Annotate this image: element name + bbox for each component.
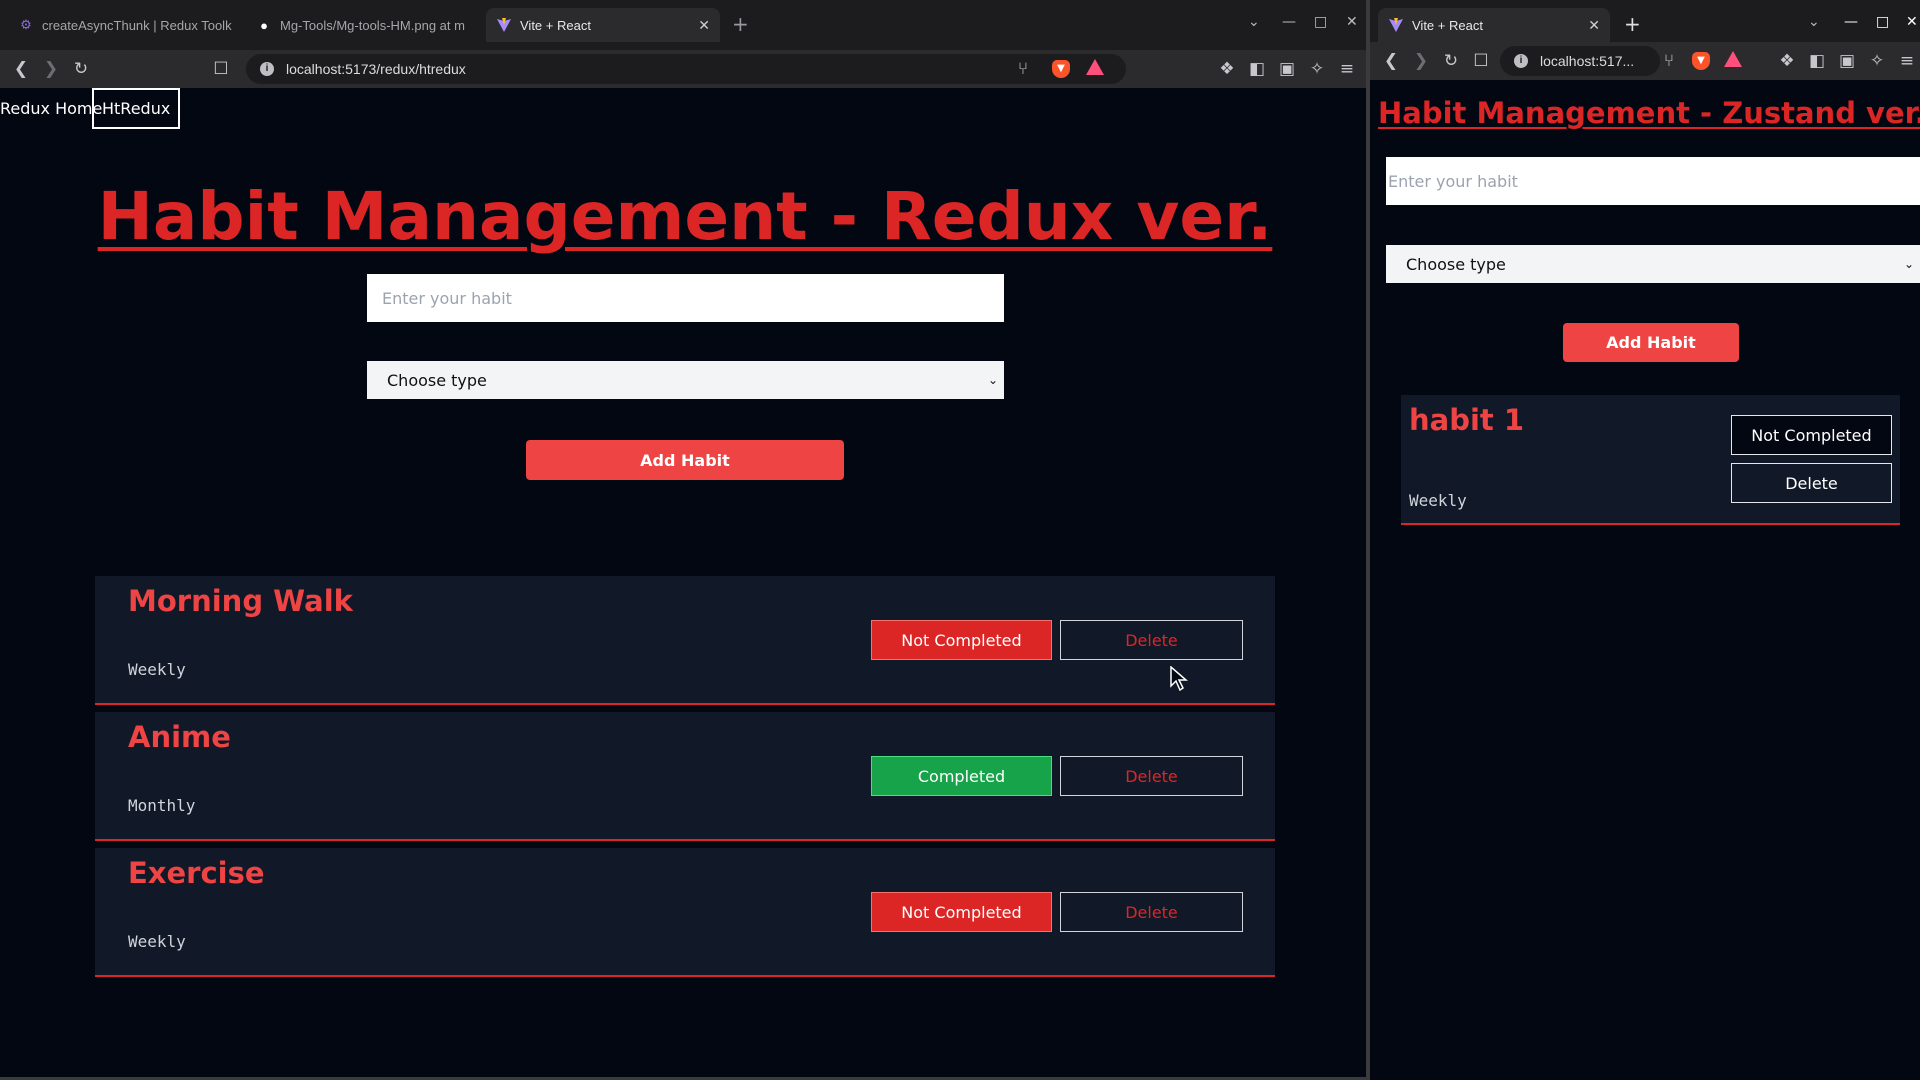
status-toggle-button[interactable]: Not Completed [1731,415,1892,455]
back-icon[interactable]: ❮ [1380,50,1402,72]
status-toggle-button[interactable]: Not Completed [871,620,1052,660]
tab-redux-toolkit[interactable]: ⚙ createAsyncThunk | Redux Toolk [8,8,238,42]
browser-toolbar: ❮ ❯ ↻ ☐ i localhost:517... ⑂ ▼ ❖ ◧ ▣ ✧ ≡ [1370,42,1920,80]
close-window-icon[interactable]: ✕ [1906,14,1918,30]
add-habit-button[interactable]: Add Habit [526,440,844,480]
sidebar-icon[interactable]: ◧ [1806,50,1828,72]
vite-icon [496,17,512,33]
extensions-icon[interactable]: ❖ [1216,58,1238,80]
tab-title: Vite + React [1412,17,1483,33]
habit-card: habit 1 Weekly Not Completed Delete [1401,395,1900,525]
brave-shields-icon[interactable]: ▼ [1052,60,1070,78]
tab-bar: ⚙ createAsyncThunk | Redux Toolk ● Mg-To… [0,0,1366,50]
bookmark-icon[interactable]: ☐ [1470,50,1492,72]
new-tab-icon[interactable]: + [732,12,749,36]
tab-title: Vite + React [520,17,591,33]
leo-ai-icon[interactable]: ✧ [1306,58,1328,80]
new-tab-icon[interactable]: + [1624,12,1641,36]
habit-type: Monthly [128,796,196,815]
site-info-icon[interactable]: i [260,62,274,76]
brave-rewards-icon[interactable] [1724,51,1742,67]
extensions-icon[interactable]: ❖ [1776,50,1798,72]
leo-ai-icon[interactable]: ✧ [1866,50,1888,72]
wallet-icon[interactable]: ▣ [1836,50,1858,72]
brave-rewards-icon[interactable] [1086,59,1104,75]
delete-button[interactable]: Delete [1731,463,1892,503]
tab-vite-react[interactable]: Vite + React ✕ [1378,8,1610,42]
habit-input-placeholder: Enter your habit [382,288,512,308]
bookmark-icon[interactable]: ☐ [210,58,232,80]
page-title: Habit Management - Redux ver. [97,178,1273,255]
tab-list-icon[interactable]: ⌄ [1808,14,1820,30]
habit-input[interactable]: Enter your habit [367,274,1004,322]
menu-icon[interactable]: ≡ [1336,58,1358,80]
habit-card: Exercise Weekly Not Completed Delete [95,848,1275,977]
address-bar[interactable]: i localhost:5173/redux/htredux [246,54,1126,84]
type-select-value: Choose type [387,370,487,390]
tab-title: createAsyncThunk | Redux Toolk [42,17,232,33]
minimize-icon[interactable]: — [1282,14,1296,30]
wallet-icon[interactable]: ▣ [1276,58,1298,80]
address-bar[interactable]: i localhost:517... [1500,46,1660,76]
tab-vite-react[interactable]: Vite + React ✕ [486,8,720,42]
habit-input-placeholder: Enter your habit [1388,171,1518,191]
browser-toolbar: ❮ ❯ ↻ ☐ i localhost:5173/redux/htredux ⑂… [0,50,1366,88]
maximize-icon[interactable]: □ [1876,14,1889,30]
chevron-down-icon: ⌄ [987,373,998,387]
browser-window-left: ⚙ createAsyncThunk | Redux Toolk ● Mg-To… [0,0,1366,1080]
habit-type: Weekly [128,932,186,951]
reload-icon[interactable]: ↻ [1440,50,1462,72]
type-select-value: Choose type [1406,254,1506,274]
forward-icon[interactable]: ❯ [1410,50,1432,72]
back-icon[interactable]: ❮ [10,58,32,80]
delete-button[interactable]: Delete [1060,756,1243,796]
share-icon[interactable]: ⑂ [1658,50,1680,72]
page-content: Redux Home HtRedux Habit Management - Re… [0,88,1366,1080]
maximize-icon[interactable]: □ [1314,14,1327,30]
forward-icon[interactable]: ❯ [40,58,62,80]
menu-icon[interactable]: ≡ [1896,50,1918,72]
habit-card: Morning Walk Weekly Not Completed Delete [95,576,1275,705]
habit-type: Weekly [1409,491,1467,510]
habit-name: Exercise [128,856,265,890]
close-tab-icon[interactable]: ✕ [1588,17,1600,34]
share-icon[interactable]: ⑂ [1012,58,1034,80]
url-text: localhost:517... [1540,53,1635,69]
type-select[interactable]: Choose type ⌄ [1386,245,1920,283]
url-text: localhost:5173/redux/htredux [286,61,466,77]
redux-icon: ⚙ [20,17,32,32]
type-select[interactable]: Choose type ⌄ [367,361,1004,399]
delete-button[interactable]: Delete [1060,620,1243,660]
tab-title: Mg-Tools/Mg-tools-HM.png at m [280,17,465,33]
habit-name: Anime [128,720,231,754]
habit-input[interactable]: Enter your habit [1386,157,1920,205]
tab-list-icon[interactable]: ⌄ [1248,14,1260,30]
page-title: Habit Management - Zustand ver. [1378,96,1920,130]
minimize-icon[interactable]: — [1844,14,1858,30]
status-toggle-button[interactable]: Completed [871,756,1052,796]
habit-name: Morning Walk [128,584,353,618]
brave-shields-icon[interactable]: ▼ [1692,52,1710,70]
status-toggle-button[interactable]: Not Completed [871,892,1052,932]
habit-card: Anime Monthly Completed Delete [95,712,1275,841]
nav-htredux[interactable]: HtRedux [92,88,181,129]
github-icon: ● [260,17,268,33]
habit-type: Weekly [128,660,186,679]
reload-icon[interactable]: ↻ [70,58,92,80]
vite-icon [1388,17,1404,33]
site-info-icon[interactable]: i [1514,54,1528,68]
delete-button[interactable]: Delete [1060,892,1243,932]
sidebar-icon[interactable]: ◧ [1246,58,1268,80]
page-content: Habit Management - Zustand ver. Enter yo… [1370,88,1920,1080]
tab-github[interactable]: ● Mg-Tools/Mg-tools-HM.png at m [246,8,478,42]
chevron-down-icon: ⌄ [1903,257,1914,271]
nav-redux-home[interactable]: Redux Home [0,88,102,129]
close-window-icon[interactable]: ✕ [1346,14,1358,30]
close-tab-icon[interactable]: ✕ [698,17,710,34]
browser-window-right: Vite + React ✕ + ⌄ — □ ✕ ❮ ❯ ↻ ☐ i local… [1370,0,1920,1080]
add-habit-button[interactable]: Add Habit [1563,323,1739,362]
habit-name: habit 1 [1409,403,1525,437]
